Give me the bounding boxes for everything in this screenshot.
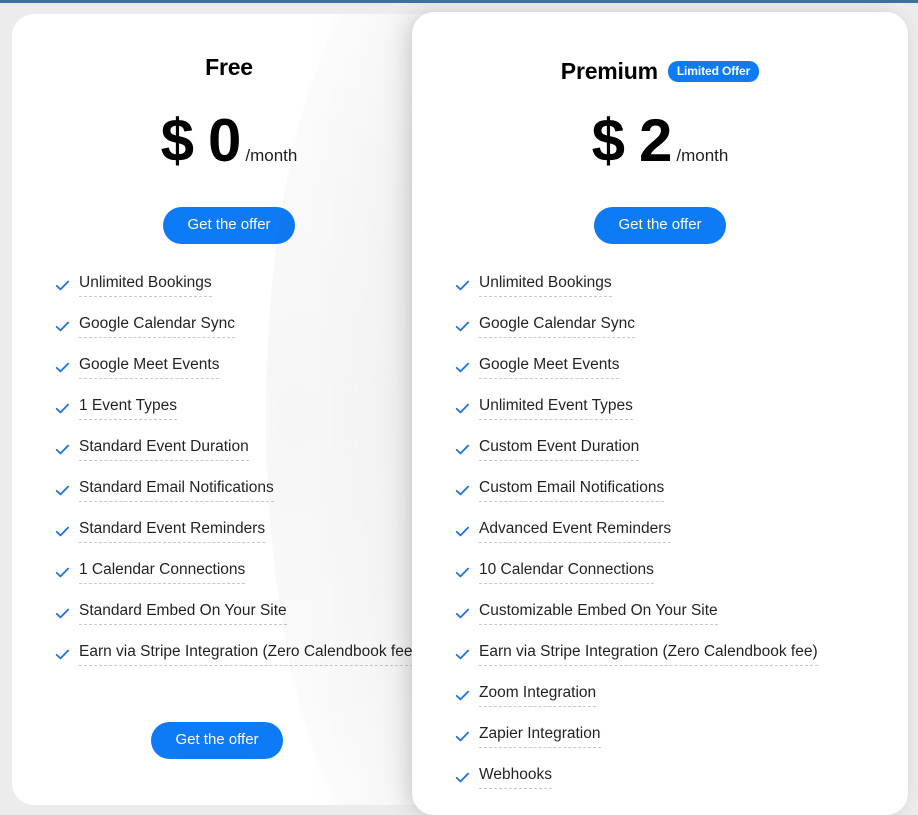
feature-item: Unlimited Bookings (54, 274, 446, 315)
check-icon (54, 646, 71, 663)
check-icon (454, 318, 471, 335)
feature-item: 1 Event Types (54, 397, 446, 438)
price-amount-premium: 2 (639, 107, 673, 174)
feature-label: Earn via Stripe Integration (Zero Calend… (79, 643, 418, 667)
get-the-offer-button-premium-top[interactable]: Get the offer (594, 207, 726, 244)
feature-item: Google Meet Events (54, 356, 446, 397)
feature-item: Google Calendar Sync (454, 315, 908, 356)
pricing-card-premium: Premium Limited Offer $ 2 /month Get the… (412, 12, 908, 815)
check-icon (454, 646, 471, 663)
price-period-free: /month (245, 146, 298, 165)
check-icon (454, 564, 471, 581)
feature-label: Custom Email Notifications (479, 479, 665, 503)
check-icon (54, 318, 71, 335)
get-the-offer-button-free-bottom[interactable]: Get the offer (151, 722, 283, 759)
feature-label: 10 Calendar Connections (479, 561, 654, 585)
feature-item: Standard Embed On Your Site (54, 602, 446, 643)
feature-label: Webhooks (479, 766, 552, 790)
pricing-card-free: Free $ 0 /month Get the offer Unlimited … (12, 14, 446, 805)
feature-label: Advanced Event Reminders (479, 520, 672, 544)
check-icon (454, 769, 471, 786)
check-icon (54, 523, 71, 540)
check-icon (454, 687, 471, 704)
feature-list-premium: Unlimited Bookings Google Calendar Sync Go… (412, 274, 908, 807)
check-icon (454, 277, 471, 294)
price-currency-premium: $ (591, 107, 625, 174)
feature-item: 1 Calendar Connections (54, 561, 446, 602)
feature-item: Unlimited Bookings (454, 274, 908, 315)
check-icon (454, 605, 471, 622)
check-icon (54, 482, 71, 499)
plan-name-premium: Premium (560, 58, 658, 84)
check-icon (454, 523, 471, 540)
limited-offer-badge: Limited Offer (667, 61, 760, 82)
feature-item: Customizable Embed On Your Site (454, 602, 908, 643)
feature-item: Advanced Event Reminders (454, 520, 908, 561)
feature-item: Earn via Stripe Integration (Zero Calend… (454, 643, 908, 684)
feature-label: Earn via Stripe Integration (Zero Calend… (479, 643, 818, 667)
feature-label: Google Calendar Sync (479, 315, 635, 339)
plan-name-free: Free (205, 54, 253, 80)
check-icon (454, 482, 471, 499)
price-period-premium: /month (676, 146, 729, 165)
check-icon (454, 359, 471, 376)
feature-label: Unlimited Event Types (479, 397, 633, 421)
feature-label: Google Meet Events (479, 356, 620, 380)
check-icon (454, 728, 471, 745)
pricing-card-free-inner: Free $ 0 /month Get the offer Unlimited … (12, 54, 446, 805)
check-icon (454, 400, 471, 417)
feature-item: Standard Event Reminders (54, 520, 446, 561)
feature-label: Unlimited Bookings (479, 274, 612, 298)
feature-item: Zapier Integration (454, 725, 908, 766)
feature-label: 1 Calendar Connections (79, 561, 246, 585)
check-icon (54, 605, 71, 622)
feature-item: Webhooks (454, 766, 908, 807)
feature-item: 10 Calendar Connections (454, 561, 908, 602)
cta-bottom-wrap-free: Get the offer (0, 722, 434, 759)
feature-label: Standard Event Reminders (79, 520, 266, 544)
feature-item: Standard Email Notifications (54, 479, 446, 520)
feature-label: Customizable Embed On Your Site (479, 602, 718, 626)
feature-item: Standard Event Duration (54, 438, 446, 479)
feature-label: Standard Event Duration (79, 438, 249, 462)
feature-label: Zapier Integration (479, 725, 601, 749)
feature-label: Standard Embed On Your Site (79, 602, 287, 626)
price-row-premium: $ 2 /month (412, 111, 908, 171)
feature-label: Unlimited Bookings (79, 274, 212, 298)
feature-item: Google Meet Events (454, 356, 908, 397)
check-icon (54, 400, 71, 417)
pricing-card-premium-inner: Premium Limited Offer $ 2 /month Get the… (412, 58, 908, 815)
price-amount-free: 0 (208, 107, 242, 174)
price-currency-free: $ (160, 107, 194, 174)
check-icon (54, 277, 71, 294)
cta-top-wrap-free: Get the offer (12, 207, 446, 244)
browser-top-strip (0, 0, 918, 3)
feature-item: Custom Email Notifications (454, 479, 908, 520)
check-icon (54, 359, 71, 376)
plan-header-premium: Premium Limited Offer (412, 58, 908, 85)
get-the-offer-button-free-top[interactable]: Get the offer (163, 207, 295, 244)
feature-label: 1 Event Types (79, 397, 177, 421)
plan-header-free: Free (12, 54, 446, 81)
feature-label: Google Calendar Sync (79, 315, 235, 339)
feature-label: Zoom Integration (479, 684, 597, 708)
cta-top-wrap-premium: Get the offer (412, 207, 908, 244)
feature-label: Google Meet Events (79, 356, 220, 380)
feature-item: Zoom Integration (454, 684, 908, 725)
check-icon (54, 564, 71, 581)
price-row-free: $ 0 /month (12, 111, 446, 171)
feature-item: Unlimited Event Types (454, 397, 908, 438)
feature-list-free: Unlimited Bookings Google Calendar Sync Go… (12, 274, 446, 684)
check-icon (54, 441, 71, 458)
feature-item: Earn via Stripe Integration (Zero Calend… (54, 643, 446, 684)
feature-item: Google Calendar Sync (54, 315, 446, 356)
feature-label: Standard Email Notifications (79, 479, 274, 503)
feature-label: Custom Event Duration (479, 438, 640, 462)
feature-item: Custom Event Duration (454, 438, 908, 479)
check-icon (454, 441, 471, 458)
pricing-stage: Free $ 0 /month Get the offer Unlimited … (0, 0, 918, 815)
